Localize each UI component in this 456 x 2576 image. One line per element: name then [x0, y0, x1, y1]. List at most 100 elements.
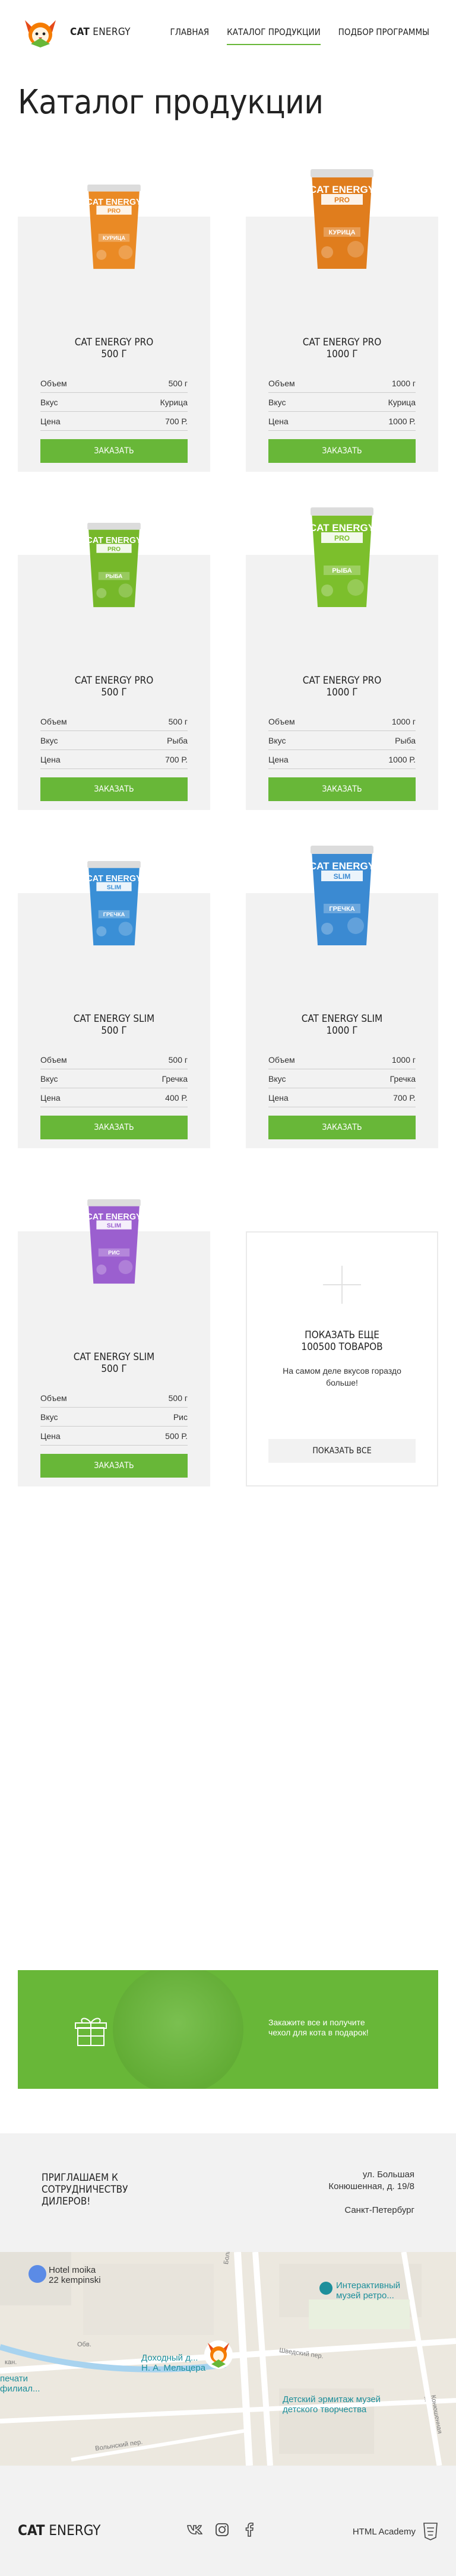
facebook-icon — [245, 2523, 254, 2537]
map-house-line2: Н. А. Мельцера — [141, 2363, 206, 2373]
spec-row-volume: Объем 500 г — [40, 1389, 188, 1408]
street-obv: Обв. — [77, 2341, 91, 2348]
pack-brand-text: CAT ENERGY — [86, 1212, 142, 1222]
instagram-link[interactable] — [214, 2522, 230, 2537]
product-title-line1: Cat Energy Pro — [302, 336, 382, 348]
footer-logo-light: ENERGY — [45, 2522, 101, 2539]
map-hotel-line1: Hotel moika — [49, 2265, 96, 2275]
spec-value: 1000 г — [391, 379, 416, 388]
pack-badge-text: SLIM — [334, 872, 351, 881]
spec-row-price: Цена 400 Р. — [40, 1088, 188, 1107]
map-museum-line1: Интерактивный — [336, 2280, 401, 2291]
spec-label: Цена — [268, 1093, 289, 1103]
food-pack-icon: CAT ENERGY SLIM РИС — [86, 1199, 142, 1284]
food-pack-icon: CAT ENERGY SLIM ГРЕЧКА — [309, 846, 375, 945]
product-specs: Объем 500 г Вкус Гречка Цена 400 Р. — [40, 1050, 188, 1107]
main-nav: Главная Каталог продукции Подбор програм… — [162, 26, 438, 45]
address-line1: ул. Большая — [362, 2170, 414, 2180]
product-title-line1: Cat Energy Pro — [74, 675, 154, 687]
map[interactable]: Hotel moika 22 kempinski Интерактивный м… — [0, 2252, 456, 2466]
spec-value: Гречка — [162, 1074, 188, 1084]
spec-label: Вкус — [268, 1074, 286, 1084]
dealers-address: ул. Большая Конюшенная, д. 19/8 Санкт-Пе… — [328, 2169, 414, 2216]
pack-brand-text: CAT ENERGY — [309, 860, 375, 872]
site-footer: CAT ENERGY HTML Academy — [0, 2466, 456, 2576]
pack-badge-text: SLIM — [107, 884, 121, 891]
map-left-line2: филиал... — [0, 2384, 40, 2394]
dealers-title: Приглашаем к сотрудничеству дилеров! — [42, 2172, 128, 2207]
pack-badge-text: SLIM — [107, 1222, 121, 1229]
spec-row-volume: Объем 500 г — [40, 374, 188, 393]
footer-logo[interactable]: CAT ENERGY — [18, 2522, 100, 2539]
spec-label: Цена — [40, 1093, 61, 1103]
spec-row-volume: Объем 1000 г — [268, 1050, 416, 1069]
spec-row-price: Цена 700 Р. — [268, 1088, 416, 1107]
order-button[interactable]: Заказать — [40, 439, 188, 463]
nav-home[interactable]: Главная — [162, 26, 218, 45]
spec-value: Рыба — [167, 736, 188, 745]
map-marker-cat-icon[interactable] — [202, 2338, 235, 2371]
nav-catalog[interactable]: Каталог продукции — [218, 26, 330, 45]
spec-value: 700 Р. — [165, 417, 188, 426]
map-museum-line2: музей ретро... — [336, 2291, 394, 2301]
spec-label: Вкус — [40, 736, 58, 745]
cat-logo-icon — [25, 20, 56, 47]
product-title-line2: 500 г — [101, 1025, 127, 1037]
logo-link[interactable] — [18, 18, 63, 49]
product-card: CAT ENERGY PRO КУРИЦА Cat Energy Pro 100… — [246, 169, 438, 472]
spec-label: Цена — [268, 417, 289, 426]
order-button[interactable]: Заказать — [40, 777, 188, 801]
spec-label: Объем — [268, 1055, 295, 1065]
product-title: Cat Energy Slim 500 г — [18, 1013, 210, 1037]
spec-value: 1000 Р. — [388, 755, 416, 764]
pack-brand-text: CAT ENERGY — [309, 522, 375, 533]
museum-pin-icon — [319, 2282, 332, 2295]
pack-badge-text: PRO — [107, 208, 121, 214]
spec-row-volume: Объем 1000 г — [268, 712, 416, 731]
spec-value: 700 Р. — [393, 1093, 416, 1103]
spec-label: Вкус — [40, 1074, 58, 1084]
pack-flavor-text: КУРИЦА — [328, 229, 355, 236]
more-products-card: Показать еще 100500 товаров На самом дел… — [246, 1231, 438, 1486]
product-title-line2: 500 г — [101, 1363, 127, 1375]
spec-row-flavor: Вкус Гречка — [268, 1069, 416, 1088]
spec-row-flavor: Вкус Гречка — [40, 1069, 188, 1088]
spec-label: Объем — [40, 379, 67, 388]
dealers-section: Приглашаем к сотрудничеству дилеров! ул.… — [0, 2133, 456, 2252]
order-button[interactable]: Заказать — [268, 439, 416, 463]
spec-value: 700 Р. — [165, 755, 188, 764]
show-all-button[interactable]: Показать все — [268, 1439, 416, 1463]
spec-value: 500 Р. — [165, 1431, 188, 1441]
food-pack-icon: CAT ENERGY PRO РЫБА — [86, 522, 142, 608]
spec-label: Вкус — [268, 736, 286, 745]
html-academy-link[interactable]: HTML Academy — [353, 2522, 438, 2541]
spec-row-volume: Объем 500 г — [40, 712, 188, 731]
order-button[interactable]: Заказать — [40, 1116, 188, 1139]
product-title-line2: 1000 г — [326, 687, 358, 698]
spec-value: 500 г — [168, 1055, 188, 1065]
spec-label: Вкус — [40, 398, 58, 407]
nav-program[interactable]: Подбор программы — [330, 26, 438, 45]
pack-flavor-text: РЫБА — [332, 567, 352, 574]
vk-link[interactable] — [187, 2522, 202, 2537]
product-specs: Объем 1000 г Вкус Гречка Цена 700 Р. — [268, 1050, 416, 1107]
spec-value: 400 Р. — [165, 1093, 188, 1103]
spec-row-price: Цена 1000 Р. — [268, 412, 416, 431]
map-hermitage-line1: Детский эрмитаж музей — [283, 2394, 381, 2405]
pack-brand-text: CAT ENERGY — [86, 198, 142, 207]
facebook-link[interactable] — [242, 2522, 257, 2537]
pack-brand-text: CAT ENERGY — [86, 536, 142, 545]
plus-icon — [323, 1266, 361, 1304]
spec-row-volume: Объем 1000 г — [268, 374, 416, 393]
product-title-line1: Cat Energy Slim — [301, 1013, 383, 1025]
spec-label: Цена — [40, 1431, 61, 1441]
order-button[interactable]: Заказать — [268, 777, 416, 801]
map-left-line1: печати — [0, 2374, 28, 2384]
order-button[interactable]: Заказать — [40, 1454, 188, 1478]
more-title-line1: Показать еще — [305, 1329, 379, 1341]
gift-promo-banner: Закажите все и получите чехол для кота в… — [18, 1970, 438, 2089]
html-academy-logo-icon — [423, 2523, 438, 2540]
spec-row-volume: Объем 500 г — [40, 1050, 188, 1069]
spec-value: Рыба — [395, 736, 416, 745]
order-button[interactable]: Заказать — [268, 1116, 416, 1139]
